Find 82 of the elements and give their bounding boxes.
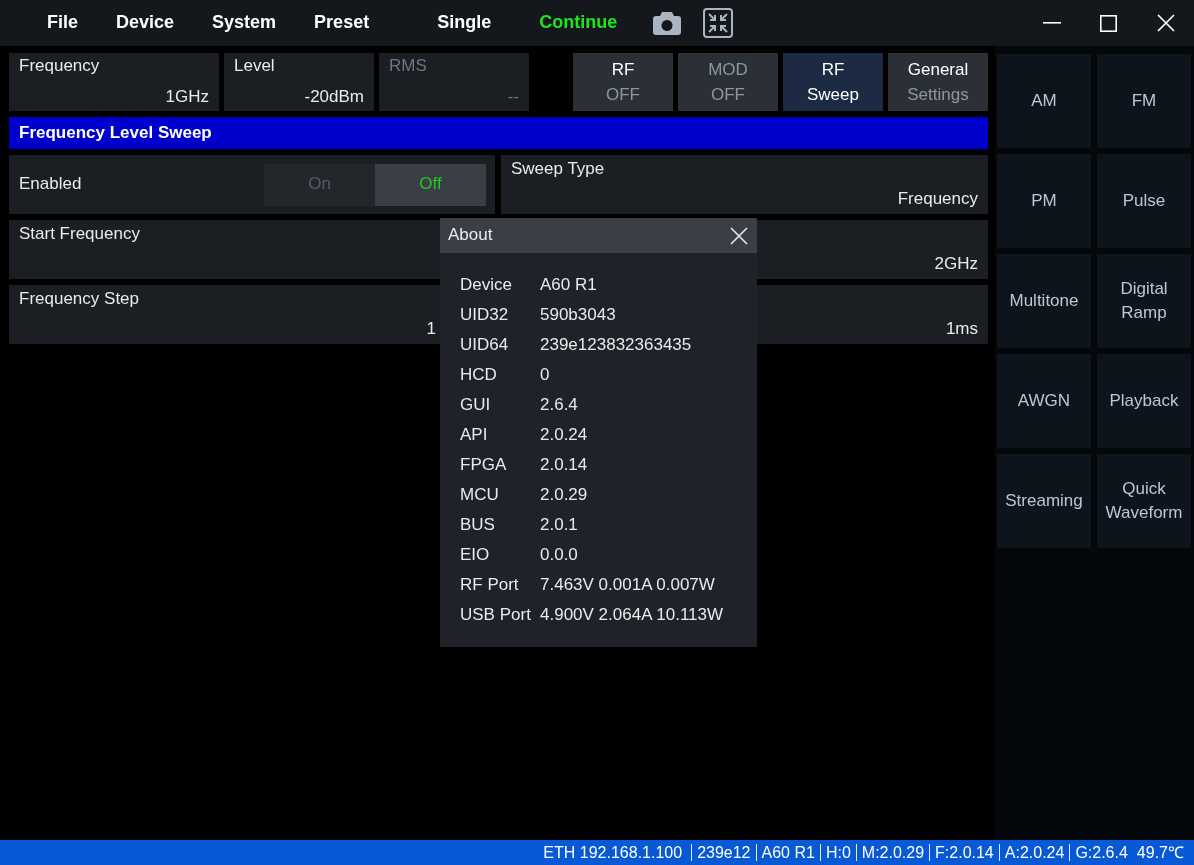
setting-label: Enabled	[19, 174, 82, 195]
info-value: 2.6.4	[540, 394, 578, 416]
modulation-button[interactable]: AWGN	[997, 354, 1091, 448]
menu-item[interactable]: System	[212, 12, 277, 34]
setting-panel[interactable]: Start Frequency	[9, 220, 440, 279]
info-label: GUI	[460, 394, 492, 416]
sweep-mode-button[interactable]: Continue	[539, 12, 618, 34]
info-label: HCD	[460, 364, 498, 386]
sweep-mode-button[interactable]: Single	[437, 12, 492, 34]
section-header: Frequency Level Sweep	[9, 117, 988, 149]
info-value: 2.0.29	[540, 484, 588, 506]
status-text: 239e12	[691, 844, 756, 861]
status-text: A60 R1	[755, 844, 820, 861]
status-text: M:2.0.29	[855, 844, 930, 861]
modulation-button[interactable]: AM	[997, 54, 1091, 148]
modulation-button[interactable]: PM	[997, 154, 1091, 248]
modulation-button[interactable]: Multitone	[997, 254, 1091, 348]
modulation-button[interactable]: Playback	[1097, 354, 1191, 448]
setting-label: Start Frequency	[19, 224, 140, 245]
menu-item[interactable]: File	[47, 12, 78, 34]
setting-value: Frequency	[897, 188, 978, 209]
info-label: API	[460, 424, 489, 446]
status-text: F:2.0.14	[929, 844, 999, 861]
close-icon	[1156, 14, 1175, 32]
info-value: 239e123832363435	[540, 334, 692, 356]
modulation-button[interactable]: Quick Waveform	[1097, 454, 1191, 548]
info-label: EIO	[460, 544, 491, 566]
info-label: FPGA	[460, 454, 508, 476]
readout-value: 1GHz	[165, 86, 209, 107]
info-value: 2.0.14	[540, 454, 588, 476]
mode-button[interactable]: RF OFF	[573, 53, 673, 111]
setting-value: 1ms	[945, 318, 978, 339]
info-label: Device	[460, 274, 513, 296]
info-label: USB Port	[460, 604, 532, 626]
setting-panel[interactable]: 2GHz	[757, 220, 988, 279]
status-text: G:2.6.4	[1069, 844, 1133, 861]
setting-panel[interactable]: Sweep Type Frequency	[501, 155, 988, 214]
info-value: 4.900V 2.064A 10.113W	[540, 604, 724, 626]
mode-button[interactable]: General Settings	[888, 53, 988, 111]
dialog-title: About	[448, 225, 493, 246]
readout-label: Frequency	[19, 56, 100, 77]
modulation-button[interactable]: Streaming	[997, 454, 1091, 548]
setting-label: Sweep Type	[511, 159, 605, 180]
info-value: 7.463V 0.001A 0.007W	[540, 574, 715, 596]
minimize-icon	[1042, 22, 1061, 24]
setting-value: 1	[426, 318, 436, 339]
info-value: 590b3043	[540, 304, 616, 326]
info-label: RF Port	[460, 574, 520, 596]
info-value: 0	[540, 364, 550, 386]
status-text: ETH 192.168.1.100	[542, 844, 684, 861]
menu-item[interactable]: Device	[116, 12, 175, 34]
info-label: UID32	[460, 304, 510, 326]
info-value: 2.0.24	[540, 424, 588, 446]
close-icon	[729, 226, 748, 245]
readout-value: --	[507, 86, 519, 107]
mode-button[interactable]: RF Sweep	[783, 53, 883, 111]
camera-icon	[653, 11, 682, 35]
maximize-icon	[1100, 14, 1117, 32]
setting-value: 2GHz	[934, 253, 978, 274]
exit-fullscreen-icon	[703, 8, 734, 38]
screenshot-button[interactable]	[653, 11, 682, 35]
info-value: A60 R1	[540, 274, 597, 296]
info-value: 0.0.0	[540, 544, 578, 566]
modulation-button[interactable]: Digital Ramp	[1097, 254, 1191, 348]
readout-label: Level	[234, 56, 275, 77]
info-label: UID64	[460, 334, 510, 356]
exit-fullscreen-button[interactable]	[703, 8, 734, 38]
info-label: MCU	[460, 484, 500, 506]
modulation-button[interactable]: FM	[1097, 54, 1191, 148]
readout-value: -20dBm	[304, 86, 364, 107]
status-text: H:0	[819, 844, 856, 861]
setting-panel[interactable]: Frequency Step 1	[9, 285, 440, 344]
toggle-option[interactable]: Off	[375, 163, 486, 206]
info-value: 2.0.1	[540, 514, 578, 536]
setting-panel[interactable]: 1ms	[757, 285, 988, 344]
readout-label: RMS	[389, 56, 427, 77]
temperature-text: 49.7℃	[1135, 842, 1184, 863]
setting-label: Frequency Step	[19, 289, 139, 310]
menu-item[interactable]: Preset	[314, 12, 370, 34]
modulation-button[interactable]: Pulse	[1097, 154, 1191, 248]
info-label: BUS	[460, 514, 496, 536]
status-text: A:2.0.24	[998, 844, 1070, 861]
